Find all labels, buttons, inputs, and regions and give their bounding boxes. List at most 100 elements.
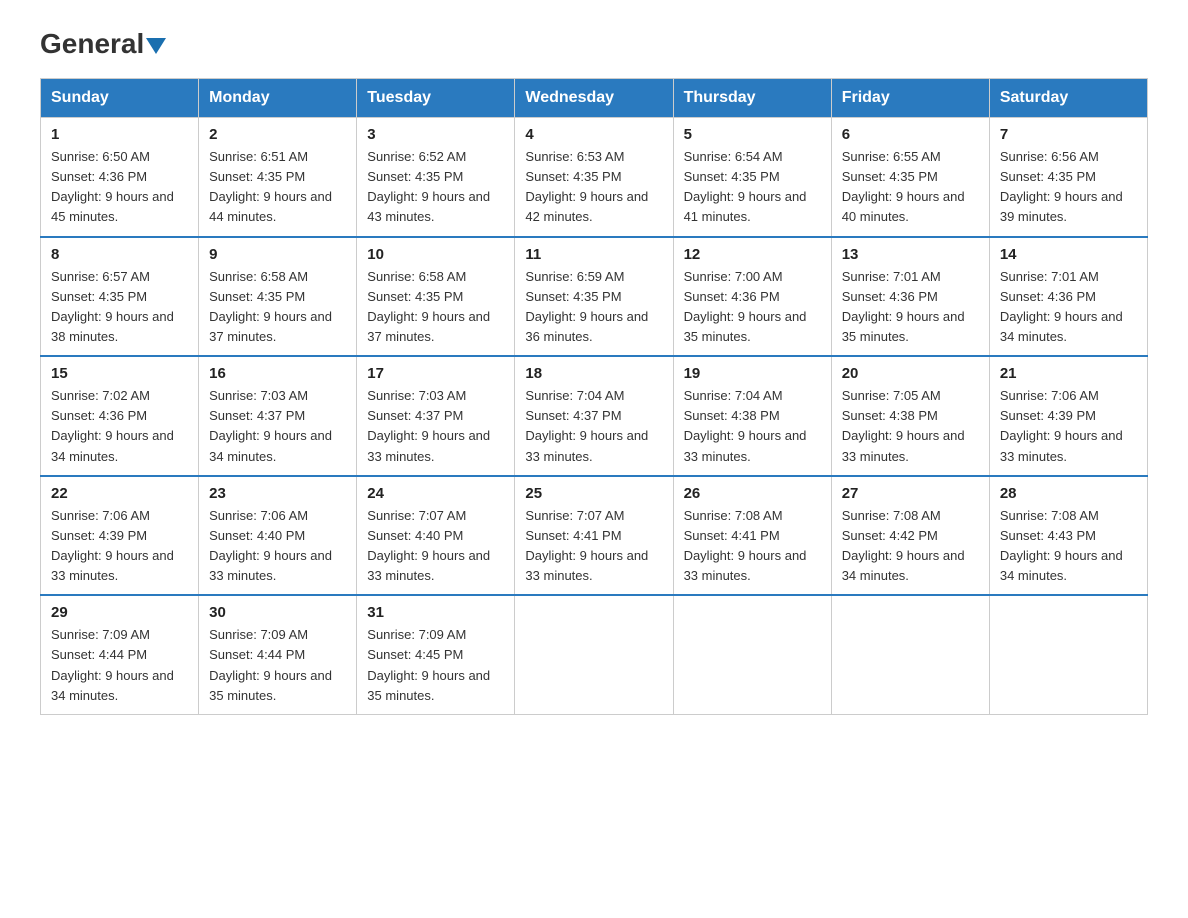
calendar-week-row: 22Sunrise: 7:06 AMSunset: 4:39 PMDayligh…	[41, 476, 1148, 596]
day-info: Sunrise: 7:08 AMSunset: 4:43 PMDaylight:…	[1000, 506, 1137, 587]
day-info: Sunrise: 6:58 AMSunset: 4:35 PMDaylight:…	[367, 267, 504, 348]
calendar-day-cell: 4 Sunrise: 6:53 AMSunset: 4:35 PMDaylight…	[515, 118, 673, 237]
day-info: Sunrise: 7:02 AMSunset: 4:36 PMDaylight:…	[51, 386, 188, 467]
day-number: 31	[367, 604, 504, 621]
calendar-day-cell: 12 Sunrise: 7:00 AMSunset: 4:36 PMDayligh…	[673, 237, 831, 357]
day-info: Sunrise: 6:56 AMSunset: 4:35 PMDaylight:…	[1000, 147, 1137, 228]
day-number: 22	[51, 485, 188, 502]
calendar-day-cell: 25 Sunrise: 7:07 AMSunset: 4:41 PMDayligh…	[515, 476, 673, 596]
day-number: 24	[367, 485, 504, 502]
day-number: 14	[1000, 246, 1137, 263]
header-sunday: Sunday	[41, 79, 199, 118]
header-monday: Monday	[199, 79, 357, 118]
calendar-day-cell: 8Sunrise: 6:57 AMSunset: 4:35 PMDaylight…	[41, 237, 199, 357]
calendar-day-cell: 5 Sunrise: 6:54 AMSunset: 4:35 PMDaylight…	[673, 118, 831, 237]
calendar-day-cell	[831, 595, 989, 714]
calendar-day-cell	[989, 595, 1147, 714]
calendar-day-cell: 24 Sunrise: 7:07 AMSunset: 4:40 PMDayligh…	[357, 476, 515, 596]
day-info: Sunrise: 7:07 AMSunset: 4:40 PMDaylight:…	[367, 506, 504, 587]
day-number: 29	[51, 604, 188, 621]
day-number: 23	[209, 485, 346, 502]
calendar-day-cell	[515, 595, 673, 714]
day-info: Sunrise: 6:57 AMSunset: 4:35 PMDaylight:…	[51, 267, 188, 348]
day-info: Sunrise: 7:04 AMSunset: 4:37 PMDaylight:…	[525, 386, 662, 467]
day-number: 12	[684, 246, 821, 263]
day-info: Sunrise: 7:04 AMSunset: 4:38 PMDaylight:…	[684, 386, 821, 467]
day-number: 20	[842, 365, 979, 382]
day-number: 9	[209, 246, 346, 263]
day-info: Sunrise: 7:07 AMSunset: 4:41 PMDaylight:…	[525, 506, 662, 587]
day-number: 16	[209, 365, 346, 382]
day-number: 30	[209, 604, 346, 621]
calendar-day-cell: 15 Sunrise: 7:02 AMSunset: 4:36 PMDayligh…	[41, 356, 199, 476]
logo-triangle-icon	[146, 38, 166, 54]
day-number: 4	[525, 126, 662, 143]
calendar-day-cell: 6 Sunrise: 6:55 AMSunset: 4:35 PMDaylight…	[831, 118, 989, 237]
day-number: 1	[51, 126, 188, 143]
logo: General	[40, 30, 166, 58]
day-info: Sunrise: 7:08 AMSunset: 4:42 PMDaylight:…	[842, 506, 979, 587]
day-number: 26	[684, 485, 821, 502]
day-number: 19	[684, 365, 821, 382]
calendar-day-cell: 1 Sunrise: 6:50 AMSunset: 4:36 PMDaylight…	[41, 118, 199, 237]
day-info: Sunrise: 7:06 AMSunset: 4:40 PMDaylight:…	[209, 506, 346, 587]
calendar-week-row: 29 Sunrise: 7:09 AMSunset: 4:44 PMDayligh…	[41, 595, 1148, 714]
header-tuesday: Tuesday	[357, 79, 515, 118]
calendar-day-cell: 14 Sunrise: 7:01 AMSunset: 4:36 PMDayligh…	[989, 237, 1147, 357]
calendar-day-cell	[673, 595, 831, 714]
calendar-day-cell: 31 Sunrise: 7:09 AMSunset: 4:45 PMDayligh…	[357, 595, 515, 714]
calendar-day-cell: 2 Sunrise: 6:51 AMSunset: 4:35 PMDaylight…	[199, 118, 357, 237]
calendar-day-cell: 16 Sunrise: 7:03 AMSunset: 4:37 PMDayligh…	[199, 356, 357, 476]
day-number: 5	[684, 126, 821, 143]
calendar-table: Sunday Monday Tuesday Wednesday Thursday…	[40, 78, 1148, 715]
day-info: Sunrise: 7:01 AMSunset: 4:36 PMDaylight:…	[842, 267, 979, 348]
day-info: Sunrise: 7:00 AMSunset: 4:36 PMDaylight:…	[684, 267, 821, 348]
day-info: Sunrise: 6:55 AMSunset: 4:35 PMDaylight:…	[842, 147, 979, 228]
calendar-day-cell: 13Sunrise: 7:01 AMSunset: 4:36 PMDayligh…	[831, 237, 989, 357]
header-thursday: Thursday	[673, 79, 831, 118]
header-friday: Friday	[831, 79, 989, 118]
calendar-day-cell: 17Sunrise: 7:03 AMSunset: 4:37 PMDayligh…	[357, 356, 515, 476]
day-number: 11	[525, 246, 662, 263]
page-header: General	[40, 30, 1148, 58]
calendar-day-cell: 9 Sunrise: 6:58 AMSunset: 4:35 PMDaylight…	[199, 237, 357, 357]
day-number: 2	[209, 126, 346, 143]
calendar-day-cell: 30 Sunrise: 7:09 AMSunset: 4:44 PMDayligh…	[199, 595, 357, 714]
day-number: 28	[1000, 485, 1137, 502]
calendar-day-cell: 18Sunrise: 7:04 AMSunset: 4:37 PMDayligh…	[515, 356, 673, 476]
day-info: Sunrise: 7:03 AMSunset: 4:37 PMDaylight:…	[209, 386, 346, 467]
day-info: Sunrise: 7:09 AMSunset: 4:45 PMDaylight:…	[367, 625, 504, 706]
day-info: Sunrise: 6:53 AMSunset: 4:35 PMDaylight:…	[525, 147, 662, 228]
header-wednesday: Wednesday	[515, 79, 673, 118]
day-number: 25	[525, 485, 662, 502]
calendar-day-cell: 11 Sunrise: 6:59 AMSunset: 4:35 PMDayligh…	[515, 237, 673, 357]
calendar-week-row: 8Sunrise: 6:57 AMSunset: 4:35 PMDaylight…	[41, 237, 1148, 357]
day-info: Sunrise: 6:51 AMSunset: 4:35 PMDaylight:…	[209, 147, 346, 228]
day-number: 10	[367, 246, 504, 263]
day-info: Sunrise: 6:54 AMSunset: 4:35 PMDaylight:…	[684, 147, 821, 228]
header-saturday: Saturday	[989, 79, 1147, 118]
day-number: 15	[51, 365, 188, 382]
day-number: 6	[842, 126, 979, 143]
day-info: Sunrise: 6:50 AMSunset: 4:36 PMDaylight:…	[51, 147, 188, 228]
day-number: 21	[1000, 365, 1137, 382]
day-info: Sunrise: 7:05 AMSunset: 4:38 PMDaylight:…	[842, 386, 979, 467]
logo-text-line1: General	[40, 30, 166, 58]
calendar-day-cell: 29 Sunrise: 7:09 AMSunset: 4:44 PMDayligh…	[41, 595, 199, 714]
weekday-header-row: Sunday Monday Tuesday Wednesday Thursday…	[41, 79, 1148, 118]
day-info: Sunrise: 7:01 AMSunset: 4:36 PMDaylight:…	[1000, 267, 1137, 348]
calendar-day-cell: 21 Sunrise: 7:06 AMSunset: 4:39 PMDayligh…	[989, 356, 1147, 476]
calendar-day-cell: 27Sunrise: 7:08 AMSunset: 4:42 PMDayligh…	[831, 476, 989, 596]
day-info: Sunrise: 6:58 AMSunset: 4:35 PMDaylight:…	[209, 267, 346, 348]
day-info: Sunrise: 7:09 AMSunset: 4:44 PMDaylight:…	[51, 625, 188, 706]
calendar-day-cell: 23 Sunrise: 7:06 AMSunset: 4:40 PMDayligh…	[199, 476, 357, 596]
day-info: Sunrise: 7:06 AMSunset: 4:39 PMDaylight:…	[1000, 386, 1137, 467]
day-info: Sunrise: 7:09 AMSunset: 4:44 PMDaylight:…	[209, 625, 346, 706]
calendar-day-cell: 7 Sunrise: 6:56 AMSunset: 4:35 PMDaylight…	[989, 118, 1147, 237]
day-number: 7	[1000, 126, 1137, 143]
day-info: Sunrise: 6:59 AMSunset: 4:35 PMDaylight:…	[525, 267, 662, 348]
day-info: Sunrise: 7:03 AMSunset: 4:37 PMDaylight:…	[367, 386, 504, 467]
calendar-day-cell: 26Sunrise: 7:08 AMSunset: 4:41 PMDayligh…	[673, 476, 831, 596]
day-number: 3	[367, 126, 504, 143]
calendar-day-cell: 22Sunrise: 7:06 AMSunset: 4:39 PMDayligh…	[41, 476, 199, 596]
